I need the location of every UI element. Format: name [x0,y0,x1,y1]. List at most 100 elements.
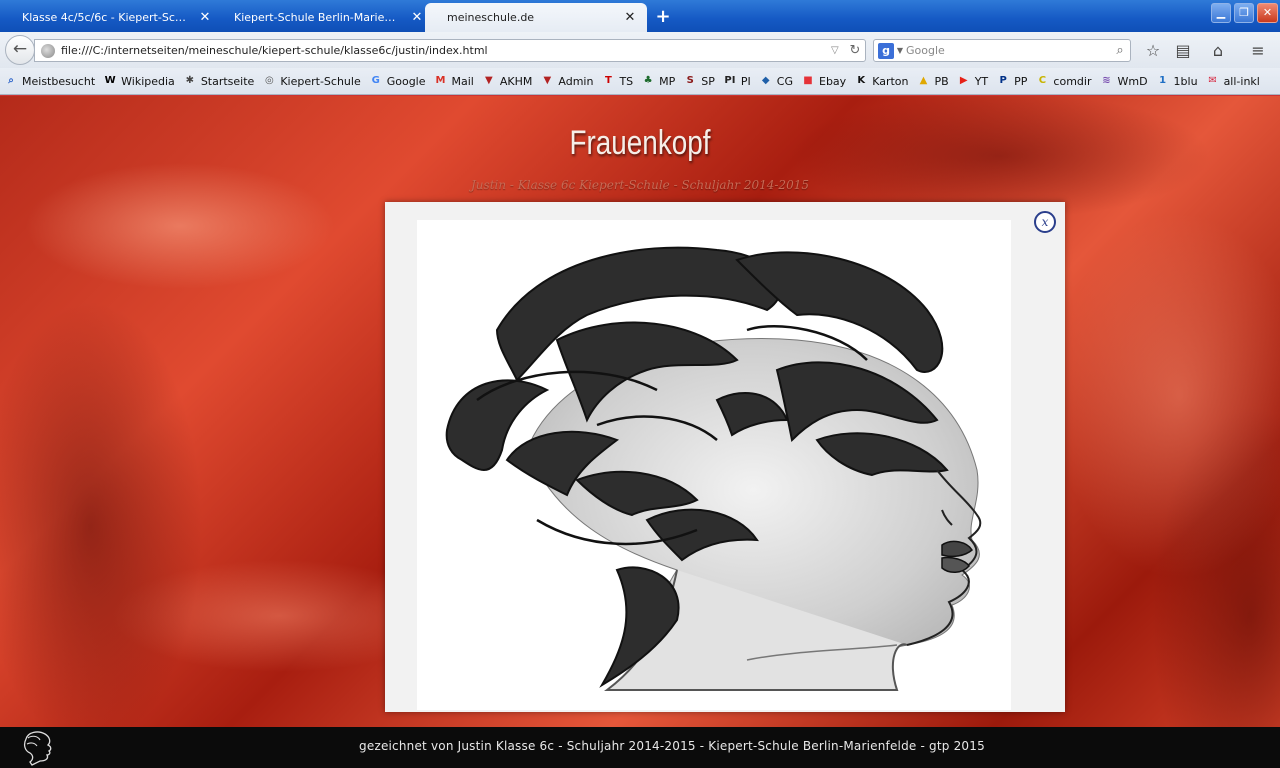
lightbox: x [385,202,1065,712]
search-engine-dropdown-icon[interactable]: ▼ [894,46,906,55]
bookmark-label: SP [701,74,715,88]
bookmark-meistbesucht[interactable]: ⌕ Meistbesucht [4,74,95,88]
tab-kiepert-schule[interactable]: Kiepert-Schule Berlin-Marienfelde ... ✕ [212,3,434,32]
kiepert-schule-icon: ◎ [264,75,274,86]
bookmark-ebay[interactable]: ■ Ebay [801,74,846,88]
minimize-icon[interactable]: ▁ [1211,3,1231,23]
youtube-icon: ▶ [959,75,968,86]
tab-label: Klasse 4c/5c/6c - Kiepert-Schule B... [22,11,190,24]
bookmark-cg[interactable]: ◆ CG [759,74,793,88]
bookmark-pi[interactable]: PI PI [723,74,751,88]
akhm-icon: ▼ [485,75,493,86]
bookmark-label: AKHM [499,74,533,88]
tab-meineschule[interactable]: meineschule.de ✕ [425,3,647,32]
tab-label: Kiepert-Schule Berlin-Marienfelde ... [234,11,402,24]
bookmark-label: Startseite [200,74,255,88]
new-tab-icon[interactable]: + [654,6,672,27]
bookmark-google[interactable]: G Google [369,74,426,88]
bookmark-comdir[interactable]: Ccomdir [1035,74,1092,88]
paypal-icon: P [999,75,1007,86]
sp-icon: S [686,75,694,86]
bookmark-label: PB [934,74,949,88]
tab-label: meineschule.de [447,11,535,24]
bookmark-label: YT [974,74,989,88]
globe-icon [41,43,55,58]
reload-icon[interactable]: ↻ [845,43,865,58]
bookmark-label: PP [1014,74,1028,88]
menu-icon[interactable]: ≡ [1246,40,1270,62]
cg-icon: ◆ [761,75,770,86]
tab-close-icon[interactable]: ✕ [623,10,637,25]
bookmark-admin[interactable]: ▼ Admin [540,74,594,88]
startseite-icon: ✱ [185,75,194,86]
navigation-toolbar: file:///C:/internetseiten/meineschule/ki… [0,32,1280,68]
most-visited-icon: ⌕ [8,75,14,86]
bookmark-1blu[interactable]: 1 1blu [1156,74,1198,88]
pi-icon: PI [724,75,736,86]
drawing-image [417,220,1011,710]
maximize-icon[interactable]: ❐ [1234,3,1254,23]
comdirect-icon: C [1038,75,1047,86]
bookmark-wikipedia[interactable]: W Wikipedia [103,74,175,88]
bookmark-label: MP [659,74,676,88]
page-title: Frauenkopf [569,124,711,162]
bookmark-kiepert-schule[interactable]: ◎ Kiepert-Schule [262,74,361,88]
bookmark-mail[interactable]: M Mail [434,74,474,88]
bookmark-sp[interactable]: S SP [683,74,715,88]
page-content: Frauenkopf Justin - Klasse 6c Kiepert-Sc… [0,96,1280,727]
bookmark-label: CG [776,74,793,88]
url-history-dropdown-icon[interactable]: ▽ [831,45,845,56]
bookmark-label: Google [386,74,426,88]
bookmark-label: Kiepert-Schule [280,74,361,88]
bookmark-akhm[interactable]: ▼ AKHM [482,74,533,88]
bookmark-label: Mail [451,74,474,88]
pb-icon: ▲ [919,75,928,86]
window-close-icon[interactable]: ✕ [1257,3,1278,23]
magnifier-icon[interactable]: ⌕ [1110,43,1130,58]
bookmark-karton[interactable]: K Karton [854,74,908,88]
bookmark-ts[interactable]: T TS [601,74,633,88]
url-text[interactable]: file:///C:/internetseiten/meineschule/ki… [61,44,831,57]
bookmark-label: PI [740,74,751,88]
bookmark-label: Admin [558,74,594,88]
arrow-left-icon: ← [12,39,28,59]
bookmark-mp[interactable]: ♣ MP [641,74,676,88]
ts-icon: T [605,75,612,86]
bookmark-label: Wikipedia [121,74,175,88]
search-engine-icon[interactable]: g [878,42,894,59]
bookmark-label: WmD [1117,74,1148,88]
back-button[interactable]: ← [5,35,35,65]
page-subtitle: Justin - Klasse 6c Kiepert-Schule - Schu… [471,178,809,192]
close-lightbox-button[interactable]: x [1034,211,1056,233]
search-input[interactable] [906,44,1110,57]
ebay-icon: ■ [803,75,813,86]
bookmark-pp[interactable]: P PP [996,74,1027,88]
bookmark-pb[interactable]: ▲ PB [917,74,949,88]
bookmark-label: TS [619,74,634,88]
woman-head-drawing [445,246,982,691]
tab-close-icon[interactable]: ✕ [198,10,212,25]
bookmark-label: comdir [1053,74,1092,88]
mail-icon: M [435,75,446,86]
bookmark-label: Ebay [819,74,847,88]
bookmarks-toolbar: ⌕ Meistbesucht W Wikipedia ✱ Startseite ◎ Kiepe… [0,68,1280,95]
tab-close-icon[interactable]: ✕ [410,10,424,25]
bookmark-label: all-inkl [1223,74,1260,88]
bookmark-star-icon[interactable]: ☆ [1141,40,1165,62]
search-bar[interactable]: g ▼ ⌕ [873,39,1131,62]
bookmark-wmd[interactable]: ≋ WmD [1099,74,1147,88]
bookmark-label: Karton [872,74,909,88]
1blu-icon: 1 [1159,75,1167,86]
url-bar[interactable]: file:///C:/internetseiten/meineschule/ki… [34,39,866,62]
tab-strip: Klasse 4c/5c/6c - Kiepert-Schule B... ✕ … [0,0,1280,32]
bookmark-all-inkl[interactable]: ✉ all-inkl [1206,74,1260,88]
mp-icon: ♣ [643,75,653,86]
bookmarks-list-icon[interactable]: ▤ [1171,40,1195,62]
bookmark-startseite[interactable]: ✱ Startseite [183,74,255,88]
footer-credits: gezeichnet von Justin Klasse 6c - Schulj… [359,739,985,753]
home-icon[interactable]: ⌂ [1206,40,1230,62]
bookmark-label: 1blu [1173,74,1198,88]
bookmark-yt[interactable]: ▶ YT [957,74,988,88]
tab-klasse[interactable]: Klasse 4c/5c/6c - Kiepert-Schule B... ✕ [0,3,222,32]
wikipedia-icon: W [104,75,116,86]
